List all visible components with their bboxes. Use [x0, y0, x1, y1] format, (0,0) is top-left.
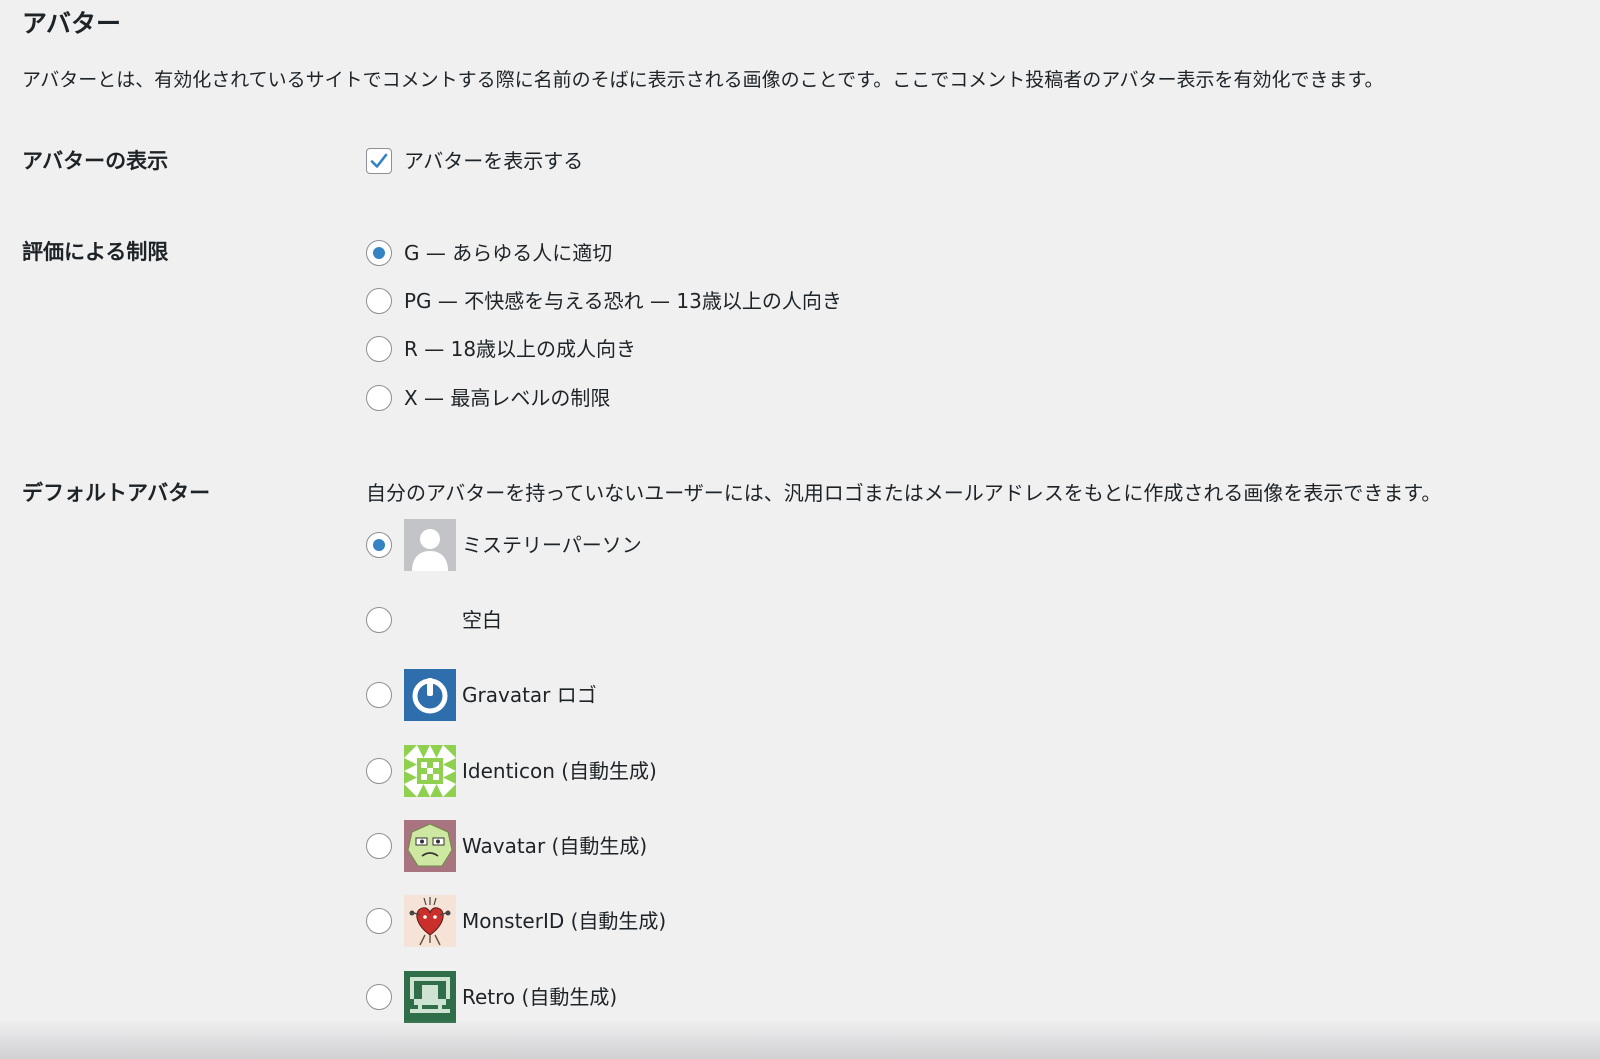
rating-label-g: G — あらゆる人に適切	[404, 241, 613, 265]
rating-label-pg: PG — 不快感を与える恐れ — 13歳以上の人向き	[404, 289, 842, 313]
identicon-icon	[404, 745, 456, 797]
avatar-option-retro[interactable]: Retro (自動生成)	[366, 971, 617, 1023]
rating-option-x[interactable]: X — 最高レベルの制限	[366, 383, 610, 413]
avatar-radio-blank[interactable]	[366, 607, 392, 633]
rating-radio-pg[interactable]	[366, 288, 392, 314]
wavatar-icon	[404, 820, 456, 872]
rating-option-pg[interactable]: PG — 不快感を与える恐れ — 13歳以上の人向き	[366, 286, 842, 316]
avatar-radio-retro[interactable]	[366, 984, 392, 1010]
avatar-option-gravatar[interactable]: Gravatar ロゴ	[366, 669, 597, 721]
rating-option-r[interactable]: R — 18歳以上の成人向き	[366, 334, 636, 364]
avatar-label-mystery: ミステリーパーソン	[462, 533, 642, 557]
section-title: アバター	[22, 9, 122, 38]
bottom-shadow	[0, 1019, 1600, 1059]
gravatar-logo-icon	[404, 669, 456, 721]
default-avatar-label: デフォルトアバター	[22, 481, 211, 505]
avatar-option-identicon[interactable]: Identicon (自動生成)	[366, 745, 657, 797]
avatar-display-label: アバターの表示	[22, 149, 169, 173]
avatar-radio-wavatar[interactable]	[366, 833, 392, 859]
show-avatars-option[interactable]: アバターを表示する	[366, 146, 583, 176]
avatar-radio-identicon[interactable]	[366, 758, 392, 784]
rating-radio-g[interactable]	[366, 240, 392, 266]
rating-label-r: R — 18歳以上の成人向き	[404, 337, 637, 361]
avatar-option-blank[interactable]: 空白	[366, 594, 502, 646]
avatar-label-identicon: Identicon (自動生成)	[462, 759, 657, 783]
default-avatar-hint: 自分のアバターを持っていないユーザーには、汎用ロゴまたはメールアドレスをもとに作…	[366, 481, 1442, 505]
avatar-label-monsterid: MonsterID (自動生成)	[462, 909, 667, 933]
mystery-person-icon	[404, 519, 456, 571]
avatar-radio-gravatar[interactable]	[366, 682, 392, 708]
avatar-option-mystery[interactable]: ミステリーパーソン	[366, 519, 642, 571]
show-avatars-label: アバターを表示する	[404, 149, 584, 173]
rating-label: 評価による制限	[22, 240, 169, 264]
monsterid-icon	[404, 895, 456, 947]
avatar-radio-mystery[interactable]	[366, 532, 392, 558]
checkmark-icon	[370, 153, 388, 168]
rating-label-x: X — 最高レベルの制限	[404, 386, 611, 410]
blank-icon	[404, 594, 456, 646]
avatar-label-blank: 空白	[462, 608, 502, 632]
retro-icon	[404, 971, 456, 1023]
avatar-option-wavatar[interactable]: Wavatar (自動生成)	[366, 820, 647, 872]
avatar-option-monsterid[interactable]: MonsterID (自動生成)	[366, 895, 666, 947]
section-description: アバターとは、有効化されているサイトでコメントする際に名前のそばに表示される画像…	[22, 69, 1384, 91]
rating-radio-x[interactable]	[366, 385, 392, 411]
avatar-label-gravatar: Gravatar ロゴ	[462, 683, 597, 707]
avatar-label-wavatar: Wavatar (自動生成)	[462, 834, 648, 858]
show-avatars-checkbox[interactable]	[366, 148, 392, 174]
avatar-label-retro: Retro (自動生成)	[462, 985, 618, 1009]
rating-radio-r[interactable]	[366, 336, 392, 362]
avatar-settings-page: アバター アバターとは、有効化されているサイトでコメントする際に名前のそばに表示…	[0, 0, 1600, 1059]
rating-option-g[interactable]: G — あらゆる人に適切	[366, 238, 612, 268]
avatar-radio-monsterid[interactable]	[366, 908, 392, 934]
